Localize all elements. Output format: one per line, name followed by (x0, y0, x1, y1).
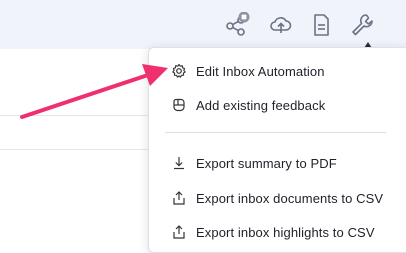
menu-item-label: Edit Inbox Automation (196, 63, 325, 79)
menu-divider (165, 132, 386, 133)
download-icon (171, 155, 187, 171)
menu-item-label: Export inbox documents to CSV (196, 190, 384, 206)
menu-item-label: Export summary to PDF (196, 155, 337, 171)
export-icon (171, 224, 187, 240)
wrench-icon[interactable] (349, 12, 375, 38)
top-toolbar (0, 0, 406, 49)
menu-item-export-summary-pdf[interactable]: Export summary to PDF (149, 149, 389, 177)
gear-icon (171, 63, 187, 79)
content-pane (0, 49, 150, 249)
menu-item-edit-inbox-automation[interactable]: Edit Inbox Automation (149, 57, 389, 85)
divider (0, 149, 150, 150)
menu-item-export-documents-csv[interactable]: Export inbox documents to CSV (149, 184, 389, 212)
settings-menu: Edit Inbox Automation Add existing feedb… (148, 47, 406, 253)
cloud-upload-icon[interactable] (268, 12, 294, 38)
menu-item-label: Add existing feedback (196, 97, 326, 113)
document-icon[interactable] (308, 12, 334, 38)
export-icon (171, 190, 187, 206)
feedback-icon (171, 97, 187, 113)
menu-item-export-highlights-csv[interactable]: Export inbox highlights to CSV (149, 218, 389, 246)
menu-item-add-existing-feedback[interactable]: Add existing feedback (149, 91, 389, 119)
divider (0, 115, 150, 116)
menu-item-label: Export inbox highlights to CSV (196, 224, 375, 240)
share-icon[interactable] (224, 12, 250, 38)
